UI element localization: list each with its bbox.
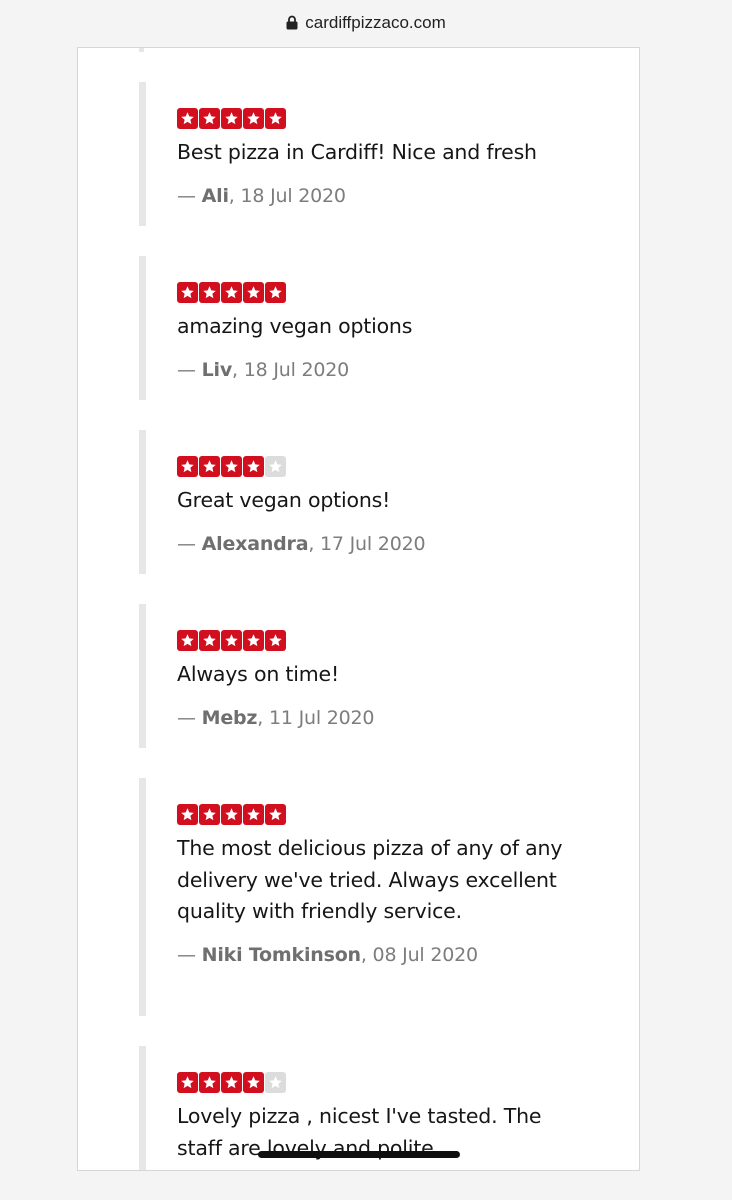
star-filled-icon [265, 630, 286, 651]
star-filled-icon [199, 282, 220, 303]
reviewer-name: Ali [201, 184, 229, 207]
review-text: Great vegan options! [177, 488, 391, 512]
star-empty-icon [265, 456, 286, 477]
reviewer-name: Mebz [201, 706, 258, 729]
star-rating [177, 108, 619, 129]
star-filled-icon [199, 456, 220, 477]
star-filled-icon [221, 1072, 242, 1093]
star-filled-icon [177, 456, 198, 477]
lock-icon [286, 15, 298, 30]
review-date: , 18 Jul 2020 [232, 358, 350, 381]
review-text: amazing vegan options [177, 314, 413, 338]
star-filled-icon [243, 804, 264, 825]
star-filled-icon [199, 630, 220, 651]
star-filled-icon [199, 108, 220, 129]
review-text: The most delicious pizza of any of any d… [177, 836, 563, 923]
review-meta: — Liv, 18 Jul 2020 [177, 359, 619, 381]
review-date: , 11 Jul 2020 [257, 706, 375, 729]
reviewer-name: Alexandra [201, 532, 309, 555]
star-rating [177, 456, 619, 477]
star-filled-icon [221, 282, 242, 303]
review-item: Best pizza in Cardiff! Nice and fresh — … [139, 82, 619, 226]
star-filled-icon [243, 282, 264, 303]
star-filled-icon [243, 630, 264, 651]
star-filled-icon [265, 108, 286, 129]
star-filled-icon [243, 456, 264, 477]
review-item: The most delicious pizza of any of any d… [139, 778, 619, 1016]
star-rating [177, 282, 619, 303]
review-date: , 17 Jul 2020 [308, 532, 426, 555]
star-rating [177, 1072, 619, 1093]
reviewer-name: Liv [201, 358, 233, 381]
star-filled-icon [199, 1072, 220, 1093]
meta-dash: — [177, 184, 202, 207]
review-item: Always on time! — Mebz, 11 Jul 2020 [139, 604, 619, 748]
star-rating [177, 804, 619, 825]
star-filled-icon [177, 1072, 198, 1093]
meta-dash: — [177, 943, 202, 966]
review-item: amazing vegan options — Liv, 18 Jul 2020 [139, 256, 619, 400]
star-filled-icon [177, 804, 198, 825]
star-empty-icon [265, 1072, 286, 1093]
star-filled-icon [221, 804, 242, 825]
star-filled-icon [265, 804, 286, 825]
star-filled-icon [177, 630, 198, 651]
url-text: cardiffpizzaco.com [305, 13, 446, 32]
star-filled-icon [199, 804, 220, 825]
meta-dash: — [177, 358, 202, 381]
star-filled-icon [265, 282, 286, 303]
url-bar[interactable]: cardiffpizzaco.com [0, 0, 732, 46]
review-text: Best pizza in Cardiff! Nice and fresh [177, 140, 537, 164]
review-date: , 18 Jul 2020 [228, 184, 346, 207]
previous-review-border [139, 48, 144, 52]
star-filled-icon [243, 1072, 264, 1093]
star-filled-icon [177, 108, 198, 129]
star-filled-icon [221, 630, 242, 651]
meta-dash: — [177, 532, 202, 555]
meta-dash: — [177, 706, 202, 729]
review-item: Great vegan options! — Alexandra, 17 Jul… [139, 430, 619, 574]
review-date: , 08 Jul 2020 [360, 943, 478, 966]
home-indicator[interactable] [258, 1151, 460, 1158]
review-meta: — Mebz, 11 Jul 2020 [177, 707, 619, 729]
star-rating [177, 630, 619, 651]
reviewer-name: Niki Tomkinson [201, 943, 361, 966]
review-meta: — Alexandra, 17 Jul 2020 [177, 533, 619, 555]
star-filled-icon [221, 456, 242, 477]
review-meta: — Ali, 18 Jul 2020 [177, 185, 619, 207]
review-meta: — Niki Tomkinson, 08 Jul 2020 [177, 944, 619, 966]
star-filled-icon [243, 108, 264, 129]
star-filled-icon [221, 108, 242, 129]
star-filled-icon [177, 282, 198, 303]
reviews-frame: Best pizza in Cardiff! Nice and fresh — … [77, 47, 640, 1171]
review-text: Always on time! [177, 662, 339, 686]
